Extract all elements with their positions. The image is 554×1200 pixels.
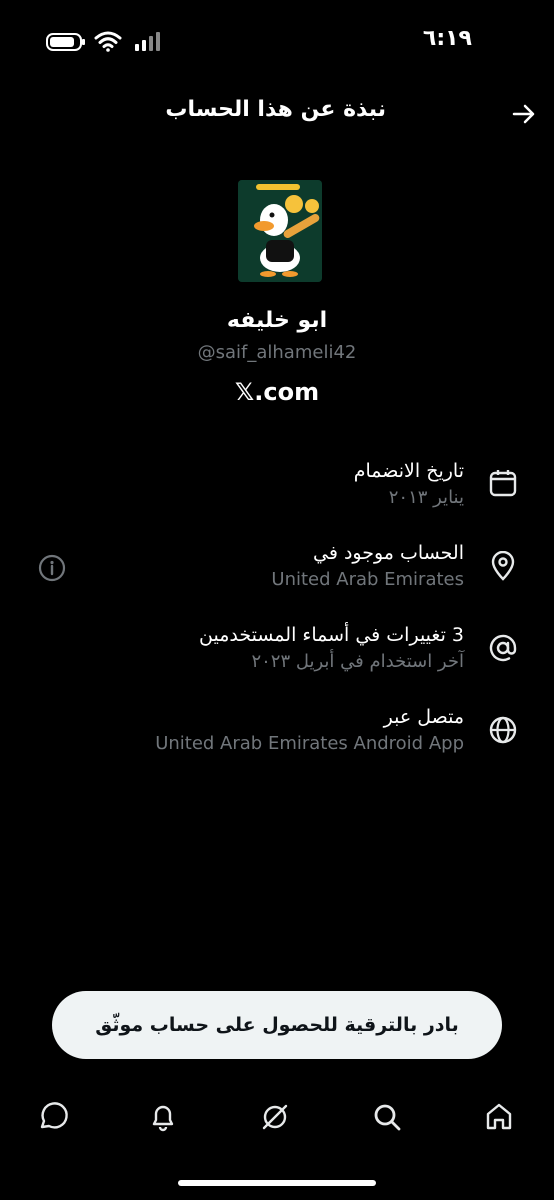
info-row-location: الحساب موجود في United Arab Emirates <box>64 540 464 594</box>
duck-avatar-image <box>238 180 322 282</box>
back-button[interactable] <box>508 98 540 130</box>
handle: @saif_alhameli42 <box>197 342 357 363</box>
status-time: ٦:١٩ <box>422 26 472 51</box>
info-row-subtitle: آخر استخدام في أبريل ٢٠٢٣ <box>251 651 464 672</box>
bell-icon[interactable] <box>146 1100 180 1134</box>
info-row-subtitle: يناير ٢٠١٣ <box>388 487 464 508</box>
display-name: ابو خليفه <box>226 308 328 333</box>
avatar[interactable] <box>238 180 322 282</box>
info-row-title: متصل عبر <box>383 706 464 728</box>
upgrade-verified-button[interactable]: بادر بالترقية للحصول على حساب موثّق <box>52 991 502 1059</box>
arrow-right-icon <box>512 104 535 124</box>
domain-label: 𝕏.com <box>234 378 320 406</box>
at-sign-icon <box>489 634 517 662</box>
home-icon[interactable] <box>482 1100 516 1134</box>
info-icon[interactable] <box>38 554 66 582</box>
page-title: نبذة عن هذا الحساب <box>165 97 386 122</box>
info-row-title: الحساب موجود في <box>313 542 464 564</box>
calendar-icon <box>489 470 517 497</box>
info-row-joined: تاريخ الانضمام يناير ٢٠١٣ <box>64 458 464 512</box>
signal-icon <box>135 32 160 51</box>
search-icon[interactable] <box>370 1100 404 1134</box>
battery-icon <box>46 33 85 51</box>
globe-icon <box>489 716 517 744</box>
home-indicator <box>178 1180 376 1186</box>
info-row-subtitle: United Arab Emirates <box>271 569 464 590</box>
location-pin-icon <box>491 551 515 581</box>
info-row-title: 3 تغييرات في أسماء المستخدمين <box>199 624 464 646</box>
info-row-title: تاريخ الانضمام <box>353 460 464 482</box>
chat-bubble-icon[interactable] <box>36 1100 70 1134</box>
info-row-username-changes: 3 تغييرات في أسماء المستخدمين آخر استخدا… <box>64 622 464 676</box>
info-row-connected-via: متصل عبر United Arab Emirates Android Ap… <box>64 704 464 758</box>
grok-icon[interactable] <box>258 1100 292 1134</box>
info-row-subtitle: United Arab Emirates Android App <box>155 733 464 754</box>
wifi-icon <box>94 31 122 52</box>
